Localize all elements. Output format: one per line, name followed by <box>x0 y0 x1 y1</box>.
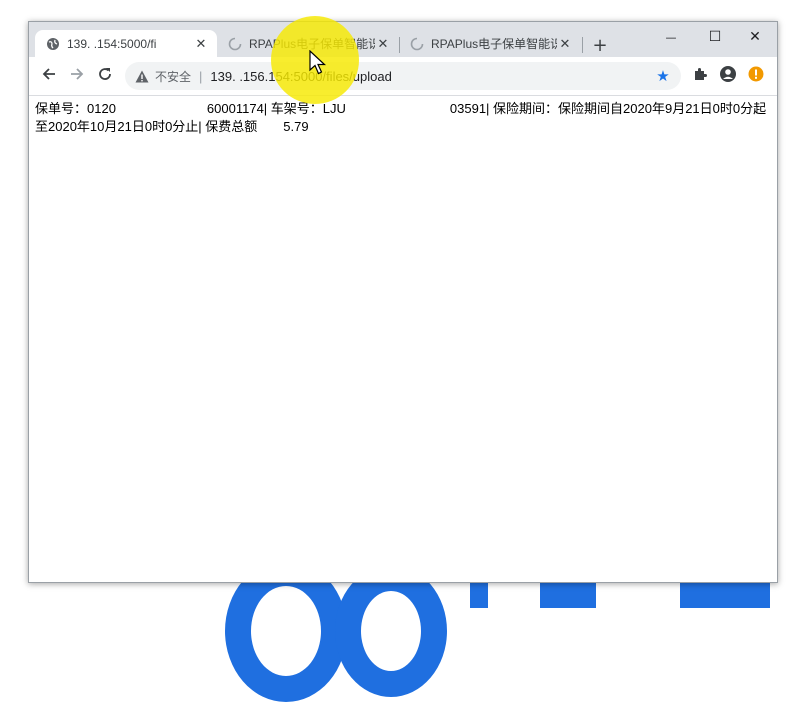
wallpaper-ring <box>335 565 447 697</box>
loading-icon <box>227 36 243 52</box>
tab-title: 139. .154:5000/fi <box>67 36 157 51</box>
tab-rpaplus-2[interactable]: RPAPlus电子保单智能识别 ✕ <box>399 30 581 57</box>
browser-window: 139. .154:5000/fi ✕ RPAPlus电子保单智能识别 ✕ RP… <box>28 21 778 583</box>
policy-info-text: 保单号：0120 60001174| 车架号：LJU 03591| 保险期间：保… <box>35 101 767 134</box>
back-button[interactable] <box>37 64 61 88</box>
bookmark-star-icon[interactable]: ★ <box>653 66 673 86</box>
account-icon <box>719 65 737 87</box>
minimize-button[interactable]: — <box>651 22 691 52</box>
close-icon[interactable]: ✕ <box>557 36 573 52</box>
alert-icon <box>748 66 764 86</box>
arrow-right-icon <box>69 66 85 86</box>
address-bar[interactable]: 不安全 | 139. .156.154:5000/files/upload ★ <box>125 62 681 90</box>
security-label[interactable]: 不安全 <box>155 68 191 85</box>
tab-separator <box>582 37 583 53</box>
update-button[interactable] <box>745 65 767 87</box>
forward-button[interactable] <box>65 64 89 88</box>
close-window-button[interactable]: ✕ <box>735 22 775 52</box>
wallpaper-bar <box>470 582 488 608</box>
globe-icon <box>45 36 61 52</box>
maximize-button[interactable]: ☐ <box>695 22 735 52</box>
wallpaper-bar <box>680 582 770 608</box>
close-icon[interactable]: ✕ <box>375 36 391 52</box>
tab-upload[interactable]: 139. .154:5000/fi ✕ <box>35 30 217 57</box>
profile-button[interactable] <box>717 65 739 87</box>
wallpaper-bar <box>540 582 596 608</box>
reload-button[interactable] <box>93 64 117 88</box>
reload-icon <box>97 66 113 86</box>
mouse-cursor-icon <box>309 49 327 76</box>
puzzle-icon <box>692 66 708 86</box>
extensions-button[interactable] <box>689 65 711 87</box>
loading-icon <box>409 36 425 52</box>
warning-icon[interactable] <box>135 69 149 83</box>
close-icon[interactable]: ✕ <box>193 36 209 52</box>
tab-title: RPAPlus电子保单智能识别 <box>431 37 557 51</box>
arrow-left-icon <box>41 66 57 86</box>
page-content: 保单号：0120 60001174| 车架号：LJU 03591| 保险期间：保… <box>29 96 777 582</box>
new-tab-button[interactable]: + <box>589 34 611 56</box>
omnibox-divider: | <box>199 68 203 84</box>
browser-toolbar: 不安全 | 139. .156.154:5000/files/upload ★ <box>29 57 777 96</box>
tab-strip: 139. .154:5000/fi ✕ RPAPlus电子保单智能识别 ✕ RP… <box>29 22 777 57</box>
